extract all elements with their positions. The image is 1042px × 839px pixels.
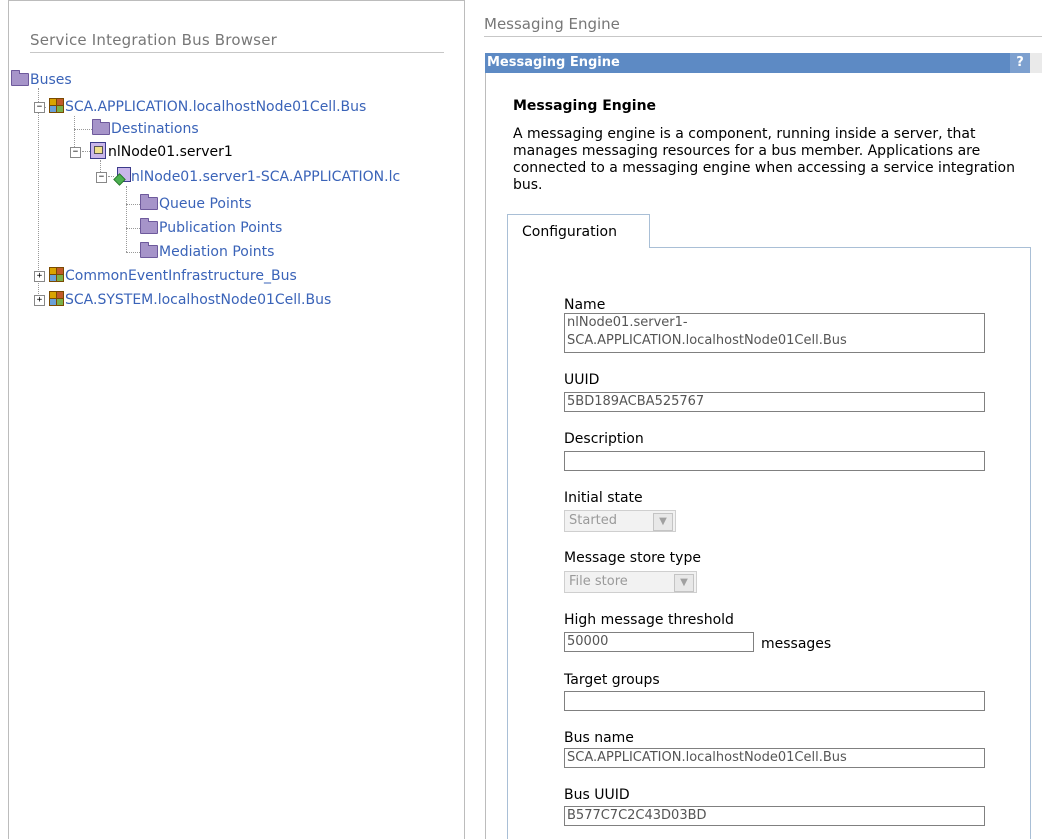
frame-left-border bbox=[8, 0, 9, 839]
folder-icon bbox=[140, 193, 158, 210]
breadcrumb: Messaging Engine bbox=[484, 15, 620, 33]
bus-icon bbox=[48, 290, 64, 306]
tree-node-bus-system[interactable]: SCA.SYSTEM.localhostNode01Cell.Bus bbox=[48, 290, 331, 310]
tree-line bbox=[38, 88, 39, 298]
initial-state-select[interactable]: Started ▼ bbox=[564, 510, 676, 532]
initial-state-label: Initial state bbox=[564, 490, 643, 506]
bus-uuid-field[interactable]: B577C7C2C43D03BD bbox=[564, 806, 985, 826]
bus-browser-title: Service Integration Bus Browser bbox=[30, 31, 277, 49]
bus-icon bbox=[48, 97, 64, 113]
target-groups-field[interactable] bbox=[564, 691, 985, 711]
expand-icon[interactable]: + bbox=[34, 295, 45, 306]
tree-node-buses[interactable]: Buses bbox=[11, 69, 72, 90]
uuid-label: UUID bbox=[564, 372, 600, 388]
target-groups-label: Target groups bbox=[564, 672, 660, 688]
portlet-left-border bbox=[485, 73, 486, 839]
bus-name-label: Bus name bbox=[564, 730, 634, 746]
folder-icon bbox=[140, 217, 158, 234]
store-type-value: File store bbox=[569, 574, 628, 589]
description-label: Description bbox=[564, 431, 644, 447]
bus-browser-title-underline bbox=[30, 52, 444, 53]
panel-left-border bbox=[507, 247, 508, 839]
threshold-unit: messages bbox=[761, 636, 832, 652]
name-label: Name bbox=[564, 297, 606, 313]
threshold-label: High message threshold bbox=[564, 612, 734, 628]
name-field[interactable]: nlNode01.server1- SCA.APPLICATION.localh… bbox=[564, 313, 985, 353]
tab-configuration[interactable]: Configuration bbox=[507, 214, 650, 248]
frame-top-border bbox=[8, 0, 464, 1]
tree-node-mediation-points[interactable]: Mediation Points bbox=[140, 241, 274, 262]
tree-node-destinations[interactable]: Destinations bbox=[92, 118, 199, 139]
server-icon bbox=[90, 141, 106, 159]
tree-node-queue-points[interactable]: Queue Points bbox=[140, 193, 252, 214]
tab-strip-line bbox=[650, 247, 1030, 248]
folder-icon bbox=[92, 118, 110, 135]
collapse-icon[interactable]: − bbox=[70, 147, 81, 158]
tree-line bbox=[126, 186, 127, 252]
tree-line bbox=[126, 228, 140, 229]
bus-icon bbox=[48, 266, 64, 282]
tree-node-bus-cei[interactable]: CommonEventInfrastructure_Bus bbox=[48, 266, 297, 286]
tree-line bbox=[126, 204, 140, 205]
breadcrumb-underline bbox=[484, 36, 1042, 37]
initial-state-value: Started bbox=[569, 513, 618, 528]
tree-line bbox=[82, 151, 90, 152]
store-type-select[interactable]: File store ▼ bbox=[564, 571, 697, 593]
store-type-label: Message store type bbox=[564, 550, 701, 566]
page-heading: Messaging Engine bbox=[513, 98, 657, 114]
chevron-down-icon: ▼ bbox=[674, 574, 694, 592]
folder-icon bbox=[11, 69, 29, 86]
minimize-button[interactable] bbox=[1030, 53, 1042, 73]
tree-node-server[interactable]: nlNode01.server1 bbox=[82, 141, 233, 162]
collapse-icon[interactable]: − bbox=[96, 172, 107, 183]
folder-icon bbox=[140, 241, 158, 258]
chevron-down-icon: ▼ bbox=[653, 513, 673, 531]
panel-right-border bbox=[1030, 247, 1031, 839]
help-button[interactable]: ? bbox=[1010, 53, 1030, 73]
description-field[interactable] bbox=[564, 451, 985, 471]
uuid-field[interactable]: 5BD189ACBA525767 bbox=[564, 392, 985, 412]
bus-uuid-label: Bus UUID bbox=[564, 787, 630, 803]
tree-line bbox=[126, 252, 140, 253]
tree-node-publication-points[interactable]: Publication Points bbox=[140, 217, 282, 238]
expand-icon[interactable]: + bbox=[34, 271, 45, 282]
messaging-engine-icon bbox=[113, 167, 131, 186]
threshold-field[interactable]: 50000 bbox=[564, 632, 754, 652]
tree-node-bus-application[interactable]: SCA.APPLICATION.localhostNode01Cell.Bus bbox=[48, 97, 366, 117]
page-description: A messaging engine is a component, runni… bbox=[513, 126, 1015, 193]
portlet-titlebar: Messaging Engine ? bbox=[485, 53, 1042, 73]
tree-node-messaging-engine[interactable]: nlNode01.server1-SCA.APPLICATION.lc bbox=[108, 167, 464, 187]
tree-line bbox=[74, 129, 92, 130]
pane-divider[interactable] bbox=[464, 0, 465, 839]
collapse-icon[interactable]: − bbox=[34, 102, 45, 113]
bus-name-field[interactable]: SCA.APPLICATION.localhostNode01Cell.Bus bbox=[564, 748, 985, 768]
portlet-title: Messaging Engine bbox=[487, 55, 620, 70]
